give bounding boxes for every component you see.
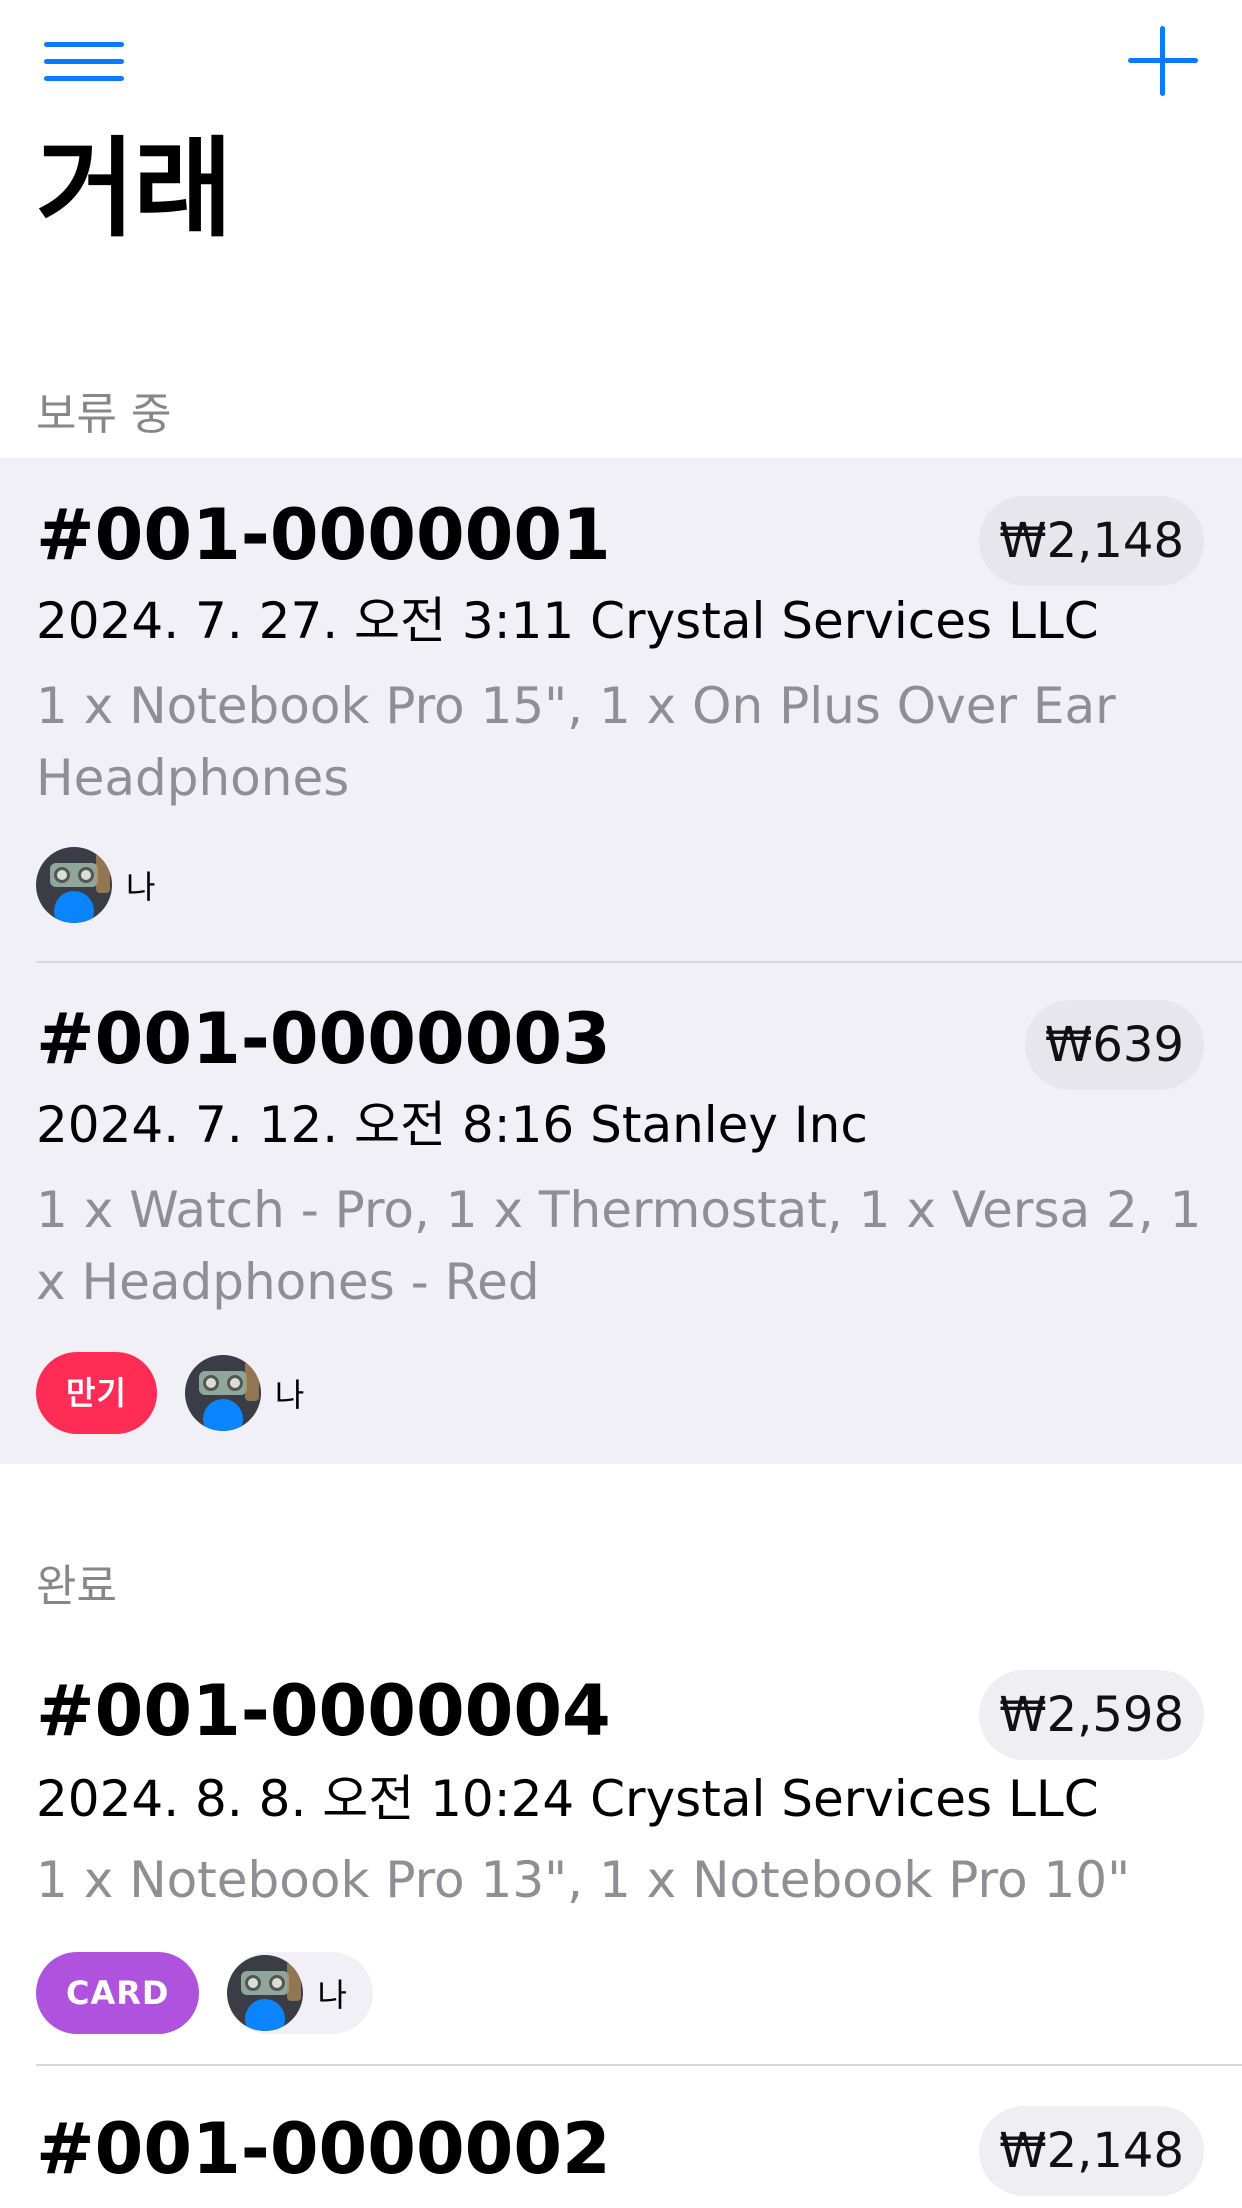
amount-badge: ₩2,148 — [979, 2106, 1204, 2196]
overdue-badge: 만기 — [36, 1352, 157, 1434]
transaction-meta: 만기 나 — [36, 1352, 330, 1434]
divider — [36, 961, 1242, 963]
transaction-items: 1 x Notebook Pro 15", 1 x On Plus Over E… — [36, 677, 1116, 807]
avatar — [36, 847, 112, 923]
assignee: 나 — [184, 1352, 330, 1434]
transaction-id: #001-0000002 — [36, 2108, 611, 2190]
amount-badge: ₩2,148 — [979, 496, 1204, 586]
transaction-row[interactable]: #001-0000002 ₩2,148 — [0, 2106, 1242, 2208]
transaction-items: 1 x Watch - Pro, 1 x Thermostat, 1 x Ver… — [36, 1181, 1202, 1311]
transaction-id: #001-0000004 — [36, 1670, 611, 1752]
transaction-id: #001-0000003 — [36, 998, 611, 1080]
transaction-date-customer: 2024. 8. 8. 오전 10:24 Crystal Services LL… — [36, 1770, 1099, 1828]
assignee: 나 — [227, 1952, 373, 2034]
avatar — [227, 1955, 304, 2031]
transaction-id: #001-0000001 — [36, 494, 611, 576]
transaction-date-customer: 2024. 7. 12. 오전 8:16 Stanley Inc — [36, 1096, 868, 1154]
page-title: 거래 — [36, 127, 233, 252]
assignee-name: 나 — [274, 1376, 305, 1414]
assignee: 나 — [36, 844, 181, 926]
section-header-completed: 완료 — [36, 1561, 117, 1612]
assignee-name: 나 — [126, 868, 156, 906]
navigation-bar — [0, 0, 1242, 130]
amount-badge: ₩639 — [1024, 1000, 1204, 1090]
amount-badge: ₩2,598 — [979, 1670, 1204, 1760]
hamburger-icon[interactable] — [44, 38, 128, 86]
plus-icon[interactable] — [1128, 26, 1198, 96]
avatar — [184, 1355, 261, 1431]
transaction-meta: CARD 나 — [36, 1952, 373, 2034]
divider — [36, 2064, 1242, 2066]
transaction-row[interactable]: #001-0000004 ₩2,598 2024. 8. 8. 오전 10:24… — [0, 1670, 1242, 2056]
transaction-meta: 나 — [36, 844, 181, 926]
assignee-name: 나 — [317, 1976, 347, 2014]
payment-method-badge: CARD — [36, 1952, 200, 2034]
transaction-row[interactable]: #001-0000003 ₩639 2024. 7. 12. 오전 8:16 S… — [0, 998, 1242, 1434]
section-header-pending: 보류 중 — [36, 389, 172, 440]
transaction-items: 1 x Notebook Pro 13", 1 x Notebook Pro 1… — [36, 1851, 1131, 1909]
transaction-date-customer: 2024. 7. 27. 오전 3:11 Crystal Services LL… — [36, 592, 1099, 650]
transaction-row[interactable]: #001-0000001 ₩2,148 2024. 7. 27. 오전 3:11… — [0, 494, 1242, 923]
